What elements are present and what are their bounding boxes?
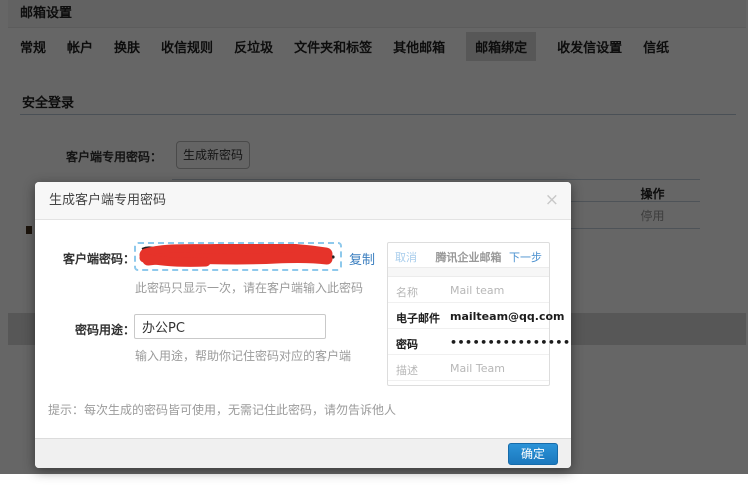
redacted-password-scribble: [136, 244, 340, 269]
password-usage-input[interactable]: [134, 314, 326, 339]
preview-row-label: 电子邮件: [396, 310, 440, 326]
dialog-title: 生成客户端专用密码: [35, 182, 571, 220]
preview-row-3: 密码••••••••••••••••••: [388, 329, 549, 355]
password-usage-label: 密码用途：: [47, 321, 135, 338]
close-icon[interactable]: ×: [545, 190, 559, 210]
preview-row-value: Mail team: [450, 284, 504, 297]
mail-client-preview: 取消 腾讯企业邮箱 下一步 名称 Mail team 电子邮件mailteam@qq…: [387, 242, 550, 386]
preview-next-label: 下一步: [509, 249, 542, 265]
preview-row-value: mailteam@qq.com: [450, 310, 565, 323]
client-password-label: 客户端密码：: [47, 250, 135, 267]
preview-row-1: 名称 Mail team: [388, 277, 549, 303]
preview-row-value: ••••••••••••••••••: [450, 336, 571, 349]
preview-rows: 名称 Mail team 电子邮件mailteam@qq.com密码••••••••…: [388, 277, 549, 381]
preview-row-2: 电子邮件mailteam@qq.com: [388, 303, 549, 329]
dialog-header: 生成客户端专用密码 ×: [35, 182, 571, 220]
preview-row-label: 名称: [396, 284, 418, 300]
preview-gap: [388, 268, 549, 277]
preview-row-4: 描述 Mail Team: [388, 355, 549, 381]
dialog-footer: 确定: [35, 438, 571, 468]
client-password-box: [134, 242, 342, 271]
confirm-button[interactable]: 确定: [508, 443, 558, 465]
screenshot-stage: 邮箱设置 常规帐户换肤收信规则反垃圾文件夹和标签其他邮箱邮箱绑定收发信设置信纸 …: [0, 0, 755, 485]
preview-row-value: Mail Team: [450, 362, 505, 375]
generate-password-dialog: 生成客户端专用密码 × 客户端密码： 复制 此密码只显示一次，请在客户端输入此密…: [35, 182, 571, 468]
bottom-hint: 提示：每次生成的密码皆可使用，无需记住此密码，请勿告诉他人: [48, 401, 396, 418]
preview-nav-bar: 取消 腾讯企业邮箱 下一步: [388, 243, 549, 268]
password-once-note: 此密码只显示一次，请在客户端输入此密码: [135, 279, 363, 296]
copy-password-link[interactable]: 复制: [349, 249, 375, 268]
preview-row-label: 描述: [396, 362, 418, 378]
preview-row-label: 密码: [396, 336, 418, 352]
usage-help-note: 输入用途，帮助你记住密码对应的客户端: [135, 347, 351, 364]
